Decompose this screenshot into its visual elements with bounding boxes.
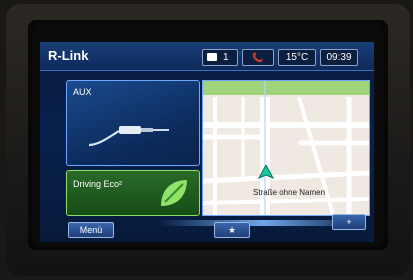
- messages-indicator[interactable]: 1: [202, 49, 238, 66]
- phone-icon: [252, 52, 263, 63]
- favorites-button[interactable]: ★: [214, 222, 250, 238]
- status-bar: R-Link 1 15°C 09:39: [40, 42, 374, 71]
- menu-button[interactable]: Menü: [68, 222, 114, 238]
- message-count: 1: [223, 52, 229, 63]
- message-icon: [207, 53, 217, 61]
- aux-tile[interactable]: AUX: [66, 80, 200, 166]
- phone-indicator[interactable]: [242, 49, 274, 66]
- menu-button-label: Menü: [79, 225, 103, 235]
- eco-leaf-icon: [161, 180, 187, 206]
- vehicle-position-icon: [258, 165, 274, 179]
- temperature-text: 15°C: [285, 52, 309, 63]
- driving-eco-tile[interactable]: Driving Eco²: [66, 170, 200, 216]
- navigation-map[interactable]: Straße ohne Namen: [202, 80, 370, 216]
- temperature-display: 15°C: [278, 49, 316, 66]
- plus-icon: +: [346, 217, 352, 227]
- aux-cable-icon: [88, 126, 169, 147]
- brand-logo: R-Link: [48, 48, 89, 63]
- add-button[interactable]: +: [332, 214, 366, 230]
- street-name-label: Straße ohne Namen: [253, 188, 326, 197]
- driving-eco-label: Driving Eco²: [73, 179, 123, 189]
- star-icon: ★: [227, 225, 237, 235]
- clock-display: 09:39: [320, 49, 358, 66]
- clock-text: 09:39: [326, 52, 352, 63]
- infotainment-screen: R-Link 1 15°C 09:39 AUX Driving Eco² Str…: [40, 42, 374, 242]
- aux-label: AUX: [73, 87, 92, 97]
